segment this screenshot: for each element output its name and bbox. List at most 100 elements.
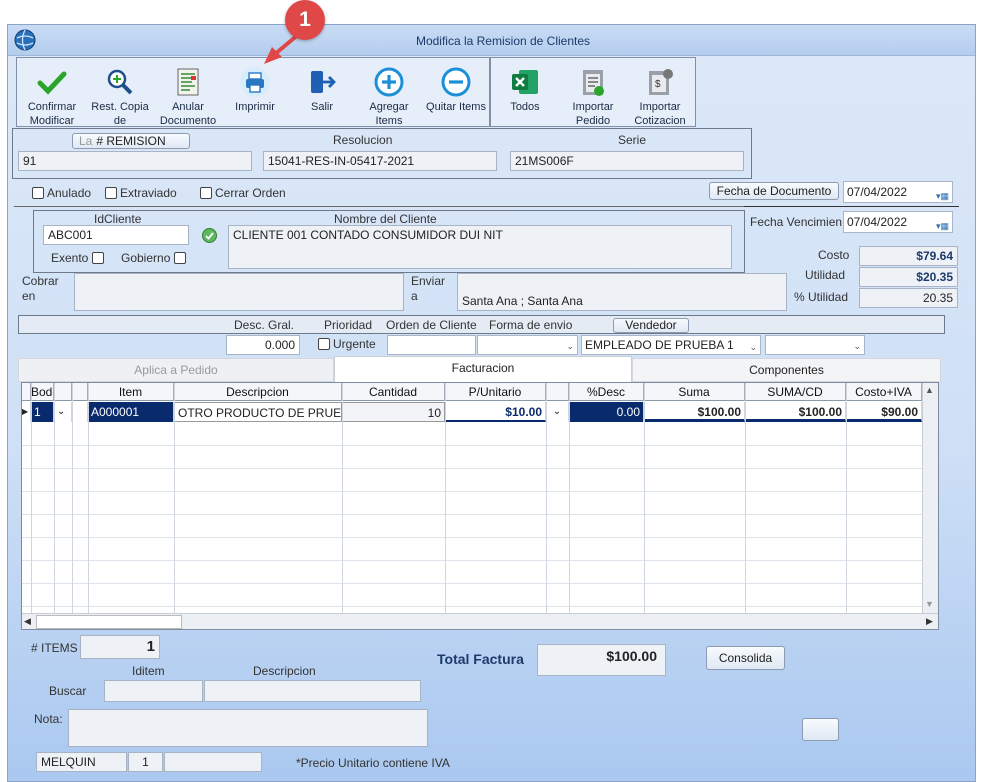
horizontal-scrollbar[interactable]: ◀ ▶ [22,613,938,629]
col-punitario: P/Unitario [445,383,546,401]
col-suma: Suma [644,383,745,401]
orden-cliente-label: Orden de Cliente [386,318,477,332]
fecha-documento-picker[interactable]: 07/04/2022 ▾▦ [843,181,953,203]
separator [14,206,744,207]
gobierno-checkbox[interactable]: Gobierno [121,251,189,265]
bodega-dropdown[interactable]: ⌄ [54,402,72,422]
orden-cliente-field[interactable] [387,335,476,355]
items-grid[interactable]: Bodega Item Descripcion Cantidad P/Unita… [21,382,939,630]
scroll-down-icon: ▼ [925,599,934,609]
idcliente-field[interactable]: ABC001 [43,225,189,245]
urgente-checkbox[interactable]: Urgente [318,337,376,351]
fecha-vencimiento-picker[interactable]: 07/04/2022 ▾▦ [843,211,953,233]
cell-sumacd[interactable]: $100.00 [745,402,846,422]
scroll-right-icon: ▶ [926,616,933,626]
row-pointer-icon: ▶ [22,402,31,422]
minus-circle-icon [441,67,471,97]
pct-utilidad-label: % Utilidad [794,290,849,304]
cell-item[interactable]: A000001 [88,402,174,422]
blank-button[interactable] [802,718,839,741]
vendedor-select[interactable]: EMPLEADO DE PRUEBA 1 ⌄ [581,335,761,355]
user-number-field: 1 [128,752,163,772]
tab-aplica-pedido[interactable]: Aplica a Pedido [18,358,334,382]
annotation-badge: 1 [285,0,325,40]
checkmark-icon [37,71,67,95]
desc-gral-field[interactable]: 0.000 [226,335,300,355]
import-order-button[interactable]: Importar Pedido [560,66,626,128]
tab-componentes[interactable]: Componentes [632,358,941,382]
user-extra-field [164,752,262,772]
zoom-icon [107,69,133,95]
cell-descripcion[interactable]: OTRO PRODUCTO DE PRUEBA [174,402,342,422]
scroll-left-icon: ◀ [24,616,31,626]
import-quote-button[interactable]: $ Importar Cotizacion [627,66,693,128]
vendedor-label: Vendedor [613,318,689,333]
search-iditem-input[interactable] [104,680,203,702]
utilidad-label: Utilidad [805,268,846,282]
prioridad-label: Prioridad [324,318,373,332]
col-blank-1 [54,383,72,401]
search-description-input[interactable] [204,680,421,702]
enviar-field[interactable]: Santa Ana ; Santa Ana [457,273,787,311]
nota-field[interactable] [68,709,428,747]
fecha-vencimiento-label: Fecha Vencimien [750,215,843,229]
vertical-scrollbar[interactable]: ▲ ▼ [922,383,938,613]
exento-checkbox[interactable]: Exento [51,251,107,265]
cerrar-orden-checkbox[interactable]: Cerrar Orden [200,186,286,200]
cell-costoiva[interactable]: $90.00 [846,402,922,422]
window-title: Modifica la Remision de Clientes [415,34,591,48]
print-button[interactable]: Imprimir [222,66,288,114]
add-items-button[interactable]: Agregar Items [356,66,422,128]
export-all-button[interactable]: Todos [492,66,558,114]
toolbar-main: Confirmar Modificar Rest. Copia de Anula… [16,57,490,127]
remove-items-button[interactable]: Quitar Items [423,66,489,114]
forma-envio-select[interactable]: ⌄ [477,335,578,355]
serie-field[interactable]: 21MS006F [510,151,744,171]
resolucion-field[interactable]: 15041-RES-IN-05417-2021 [263,151,497,171]
pct-utilidad-value: 20.35 [859,288,958,308]
excel-icon [512,70,538,94]
confirm-button[interactable]: Confirmar Modificar [19,66,85,128]
row-header-corner [22,383,31,401]
col-blank-2 [72,383,88,401]
total-factura-value: $100.00 [537,644,666,676]
cell-suma[interactable]: $100.00 [644,402,745,422]
scroll-up-icon: ▲ [925,385,934,395]
cobrar-field[interactable] [74,273,404,311]
anulado-checkbox[interactable]: Anulado [32,186,91,200]
nota-label: Nota: [34,712,63,726]
serie-label: Serie [618,133,647,147]
col-blank-3 [546,383,569,401]
extraviado-checkbox[interactable]: Extraviado [105,186,177,200]
cancel-document-button[interactable]: Anular Documento [155,66,221,128]
nombre-cliente-field[interactable]: CLIENTE 001 CONTADO CONSUMIDOR DUI NIT [228,225,732,269]
cell-bodega[interactable]: 1 [31,402,54,422]
vendedor-extra-select[interactable]: ⌄ [765,335,865,355]
items-count-value: 1 [80,635,160,659]
user-field: MELQUIN [36,752,127,772]
forma-envio-label: Forma de envio [489,318,573,332]
consolida-button[interactable]: Consolida [706,646,785,670]
cell-pdesc[interactable]: 0.00 [569,402,644,422]
punit-dropdown[interactable]: ⌄ [546,402,569,422]
chevron-down-icon: ⌄ [566,341,574,351]
total-factura-label: Total Factura [437,651,524,667]
cell-punitario[interactable]: $10.00 [445,402,546,422]
col-sumacd: SUMA/CD [745,383,846,401]
title-bar: Modifica la Remision de Clientes [8,25,975,56]
plus-circle-icon [374,67,404,97]
exit-button[interactable]: Salir [289,66,355,114]
enviar-label: Enviar a [411,274,446,303]
tab-facturacion[interactable]: Facturacion [334,356,632,382]
exit-door-icon [311,71,336,93]
col-pdesc: %Desc [569,383,644,401]
iditem-label: Iditem [132,664,165,678]
restore-copy-button[interactable]: Rest. Copia de [87,66,153,128]
remision-field[interactable]: 91 [18,151,252,171]
col-bodega: Bodega [31,383,54,401]
col-costoiva: Costo+IVA [846,383,922,401]
main-window: Modifica la Remision de Clientes Confirm… [7,24,976,782]
cell-cantidad[interactable]: 10 [342,402,445,422]
iva-note: *Precio Unitario contiene IVA [296,756,450,770]
document-icon [177,68,199,96]
